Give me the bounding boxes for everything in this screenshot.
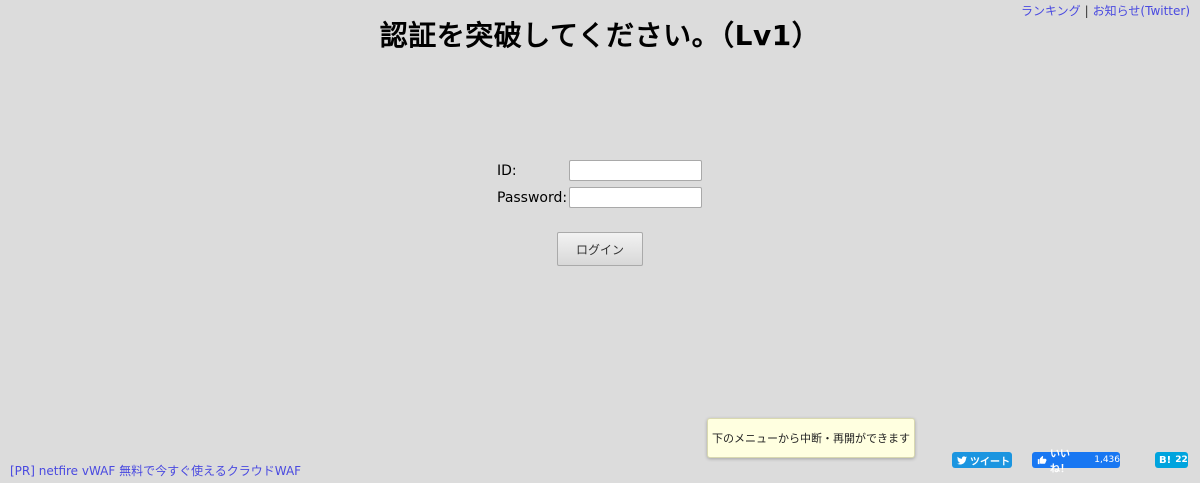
- password-label: Password:: [497, 190, 568, 206]
- login-form: ID: Password:: [497, 160, 707, 214]
- id-input[interactable]: [569, 160, 702, 181]
- link-separator: |: [1084, 4, 1089, 18]
- hatena-count: 22: [1175, 455, 1188, 465]
- hatena-label: B!: [1159, 454, 1172, 466]
- top-links: ランキング | お知らせ(Twitter): [1021, 4, 1190, 18]
- twitter-bird-icon: [957, 455, 967, 465]
- pr-link[interactable]: [PR] netfire vWAF 無料で今すぐ使えるクラウドWAF: [10, 464, 301, 478]
- suspend-resume-tooltip: 下のメニューから中断・再開ができます: [707, 418, 915, 458]
- id-row: ID:: [497, 160, 707, 181]
- tweet-label: ツイート: [970, 456, 1010, 468]
- login-button[interactable]: ログイン: [557, 232, 643, 266]
- tweet-button[interactable]: ツイート: [952, 452, 1012, 468]
- tooltip-text: 下のメニューから中断・再開ができます: [712, 432, 910, 445]
- like-count: 1,436: [1094, 455, 1120, 465]
- hatena-bookmark-button[interactable]: B! 22: [1155, 452, 1188, 468]
- thumbs-up-icon: [1037, 455, 1047, 465]
- ranking-link[interactable]: ランキング: [1021, 4, 1081, 18]
- password-input[interactable]: [569, 187, 702, 208]
- news-twitter-link[interactable]: お知らせ(Twitter): [1093, 4, 1190, 18]
- page-title: 認証を突破してください。（Lv1）: [379, 19, 821, 52]
- facebook-like-button[interactable]: いいね！ 1,436: [1032, 449, 1120, 475]
- password-row: Password:: [497, 187, 707, 208]
- id-label: ID:: [497, 163, 517, 179]
- like-label: いいね！: [1050, 449, 1070, 475]
